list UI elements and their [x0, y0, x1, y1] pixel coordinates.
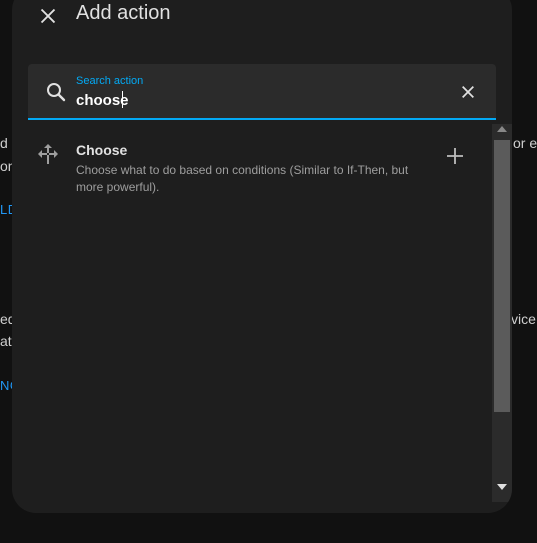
item-title: Choose: [76, 142, 128, 158]
search-label: Search action: [76, 75, 144, 87]
scroll-down-arrow[interactable]: [497, 484, 507, 490]
close-icon: [40, 8, 56, 24]
item-description: Choose what to do based on conditions (S…: [76, 163, 409, 194]
scroll-thumb[interactable]: [494, 140, 510, 412]
search-input[interactable]: [76, 90, 436, 110]
clear-icon: [462, 86, 474, 98]
close-button[interactable]: [32, 0, 64, 32]
background-text-fragment: or ex: [513, 135, 537, 151]
list-item-choose[interactable]: Choose Choose what to do based on condit…: [12, 136, 490, 198]
plus-icon[interactable]: [443, 144, 467, 168]
search-icon: [47, 83, 66, 102]
scrollbar[interactable]: [492, 124, 512, 513]
clear-search-button[interactable]: [456, 80, 480, 104]
scroll-up-arrow[interactable]: [497, 126, 507, 132]
background-text-fragment: vice: [511, 311, 536, 327]
choose-arrows-icon: [38, 144, 58, 164]
add-action-dialog: Add action Search action Choose Choose w…: [12, 0, 512, 513]
dialog-header: Add action: [12, 0, 512, 50]
search-field[interactable]: Search action: [28, 64, 496, 120]
text-cursor: [122, 91, 123, 108]
background-text-fragment: d: [0, 135, 8, 151]
dialog-title: Add action: [76, 2, 171, 24]
